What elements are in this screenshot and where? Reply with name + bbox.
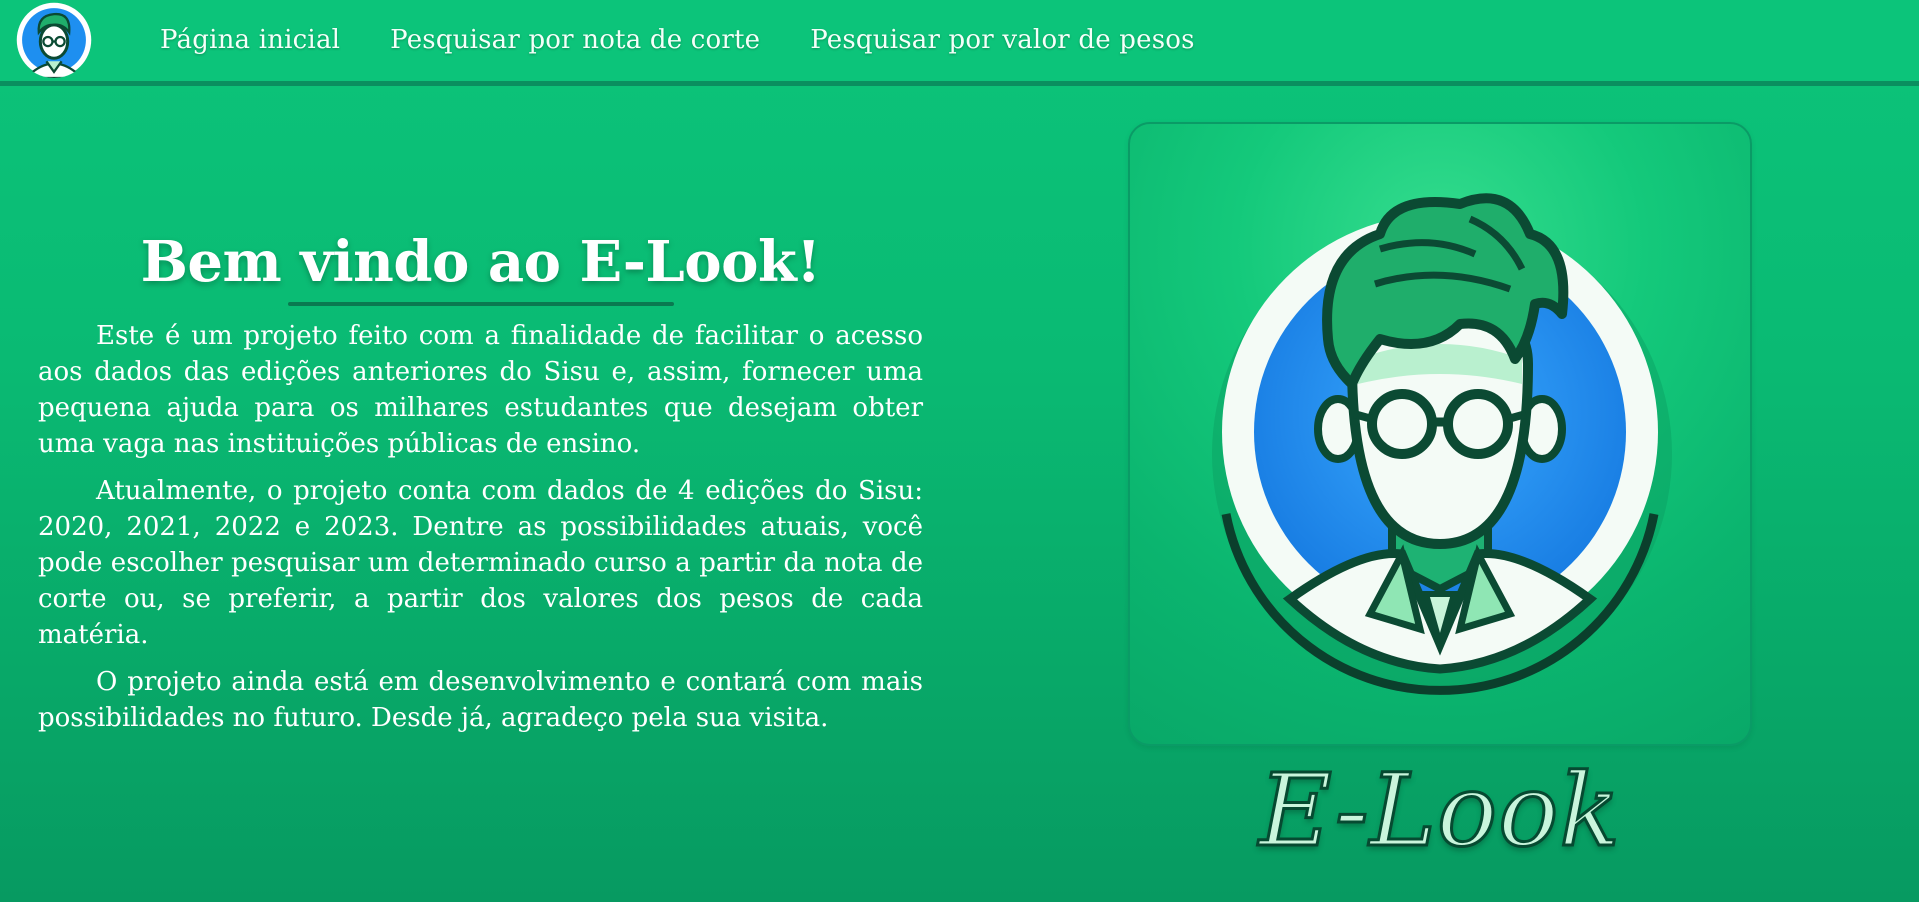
nav-link-home[interactable]: Página inicial (160, 25, 340, 55)
development-paragraph: O projeto ainda está em desenvolvimento … (38, 667, 923, 733)
intro-paragraph: Este é um projeto feito com a finalidade… (38, 321, 923, 459)
brand-name: E-Look (1257, 752, 1622, 869)
avatar-logo-icon[interactable] (16, 2, 92, 78)
nav-link-search-weights[interactable]: Pesquisar por valor de pesos (810, 25, 1194, 55)
page-title: Bem vindo ao E-Look! (140, 229, 821, 295)
title-underline (287, 302, 674, 306)
editions-paragraph: Atualmente, o projeto conta com dados de… (38, 476, 923, 650)
brand-logo-card (1128, 122, 1752, 746)
welcome-section: Bem vindo ao E-Look! Este é um projeto f… (38, 222, 923, 747)
nav-menu: Página inicial Pesquisar por nota de cor… (160, 0, 1195, 80)
navbar: Página inicial Pesquisar por nota de cor… (0, 0, 1919, 86)
avatar-logo-icon (1212, 193, 1672, 695)
nav-link-search-cutoff[interactable]: Pesquisar por nota de corte (390, 25, 760, 55)
